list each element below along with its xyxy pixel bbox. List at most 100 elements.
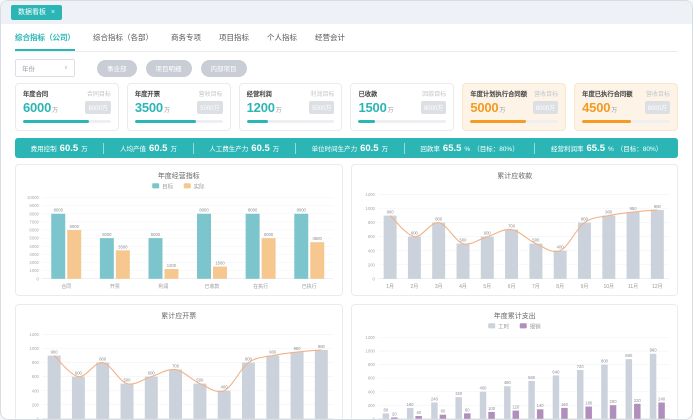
- metric-banner: 费用控制60.5万人均产值60.5万人工费生产力60.5万单位时间生产力60.5…: [15, 138, 678, 158]
- annual-operating-indicators-chart: 年度经营指标目标实际010002000300040005000600070008…: [16, 165, 342, 295]
- kpi-card-header: 已收款回款目标: [358, 89, 446, 98]
- bar-value-label: 800: [601, 359, 609, 364]
- chart-bar[interactable]: [609, 405, 615, 419]
- bar-value-label: 40: [416, 410, 421, 415]
- chart-bar[interactable]: [552, 375, 558, 418]
- chart-bar[interactable]: [315, 350, 328, 419]
- chart-bar[interactable]: [383, 216, 396, 279]
- x-tick-label: 在执行: [253, 283, 268, 290]
- y-tick-label: 400: [367, 389, 375, 394]
- chart-bar[interactable]: [553, 251, 566, 279]
- chart-bar[interactable]: [262, 238, 276, 279]
- chart-bar[interactable]: [505, 230, 518, 279]
- kpi-card-5: 年度计划执行合同额营收目标5000万8000万: [462, 83, 566, 131]
- chart-bar[interactable]: [658, 403, 664, 419]
- chart-bar[interactable]: [382, 413, 388, 418]
- x-tick-label: 开票: [110, 284, 120, 290]
- kpi-card-body: 3500万5000万: [135, 100, 223, 115]
- chart-bar[interactable]: [464, 413, 470, 418]
- chart-bar[interactable]: [415, 416, 421, 419]
- chart-bar[interactable]: [649, 354, 655, 419]
- tab-3[interactable]: 商务专项: [171, 24, 201, 51]
- kpi-card-target-label: 营收目标: [646, 89, 670, 98]
- close-icon[interactable]: ×: [51, 5, 55, 20]
- y-tick-label: 9000: [29, 203, 39, 208]
- chart-bar[interactable]: [116, 250, 130, 278]
- chart-bar[interactable]: [51, 214, 65, 279]
- chart-bar[interactable]: [488, 412, 494, 419]
- chart-bar[interactable]: [504, 386, 510, 419]
- chart-bar[interactable]: [391, 417, 397, 418]
- banner-metric-label: 经营利润率: [551, 143, 584, 153]
- kpi-card-value: 1500万: [358, 100, 393, 115]
- chart-bar[interactable]: [480, 237, 493, 279]
- chart-bar[interactable]: [72, 377, 85, 419]
- chart-bar[interactable]: [406, 408, 412, 419]
- chart-bar[interactable]: [96, 363, 109, 419]
- chart-bar[interactable]: [48, 356, 61, 419]
- chart-bar[interactable]: [407, 237, 420, 279]
- bar-value-label: 900: [605, 209, 613, 214]
- chart-bar[interactable]: [294, 214, 308, 279]
- chart-bar[interactable]: [439, 415, 445, 419]
- bar-value-label: 480: [503, 380, 511, 385]
- chart-bar[interactable]: [67, 230, 81, 279]
- bar-value-label: 560: [528, 375, 536, 380]
- annual-cumulative-expenditure-chart: 年度累计支出工时报销02004006008001000120080201月160…: [352, 305, 678, 420]
- filter-pill-3[interactable]: 内部项目: [201, 60, 247, 77]
- chart-bar[interactable]: [602, 216, 615, 279]
- bar-value-label: 600: [148, 371, 156, 376]
- chart-bar[interactable]: [242, 363, 255, 419]
- y-tick-label: 7000: [29, 219, 39, 224]
- chart-bar[interactable]: [561, 408, 567, 419]
- chart-bar[interactable]: [626, 212, 639, 279]
- y-tick-label: 1000: [365, 349, 375, 354]
- year-select[interactable]: 年份 ∨: [15, 59, 75, 77]
- tab-6[interactable]: 经营会计: [315, 24, 345, 51]
- chart-bar[interactable]: [536, 409, 542, 418]
- chart-bar[interactable]: [577, 223, 590, 279]
- tab-1[interactable]: 综合指标（公司）: [15, 24, 75, 51]
- dashboard-tag[interactable]: 数据看板 ×: [11, 5, 62, 20]
- chart-bar[interactable]: [266, 356, 279, 419]
- chart-bar[interactable]: [650, 210, 663, 279]
- chart-bar[interactable]: [529, 244, 542, 279]
- chart-bar[interactable]: [431, 403, 437, 419]
- chart-bar[interactable]: [121, 384, 134, 419]
- chart-bar[interactable]: [432, 223, 445, 279]
- tab-2[interactable]: 综合指标（各部）: [93, 24, 153, 51]
- chart-bar[interactable]: [164, 269, 178, 279]
- chart-bar[interactable]: [585, 407, 591, 419]
- chart-bar[interactable]: [218, 391, 231, 419]
- chart-bar[interactable]: [145, 377, 158, 419]
- chart-bar[interactable]: [148, 238, 162, 279]
- chart-bar[interactable]: [512, 411, 518, 419]
- tab-4[interactable]: 项目指标: [219, 24, 249, 51]
- filter-pill-2[interactable]: 项目明细: [146, 60, 192, 77]
- chart-bar[interactable]: [169, 370, 182, 419]
- chart-bar[interactable]: [601, 365, 607, 419]
- chart-bar[interactable]: [625, 359, 631, 419]
- y-tick-label: 1000: [29, 346, 39, 351]
- filter-pill-1[interactable]: 事业部: [97, 60, 137, 77]
- bar-value-label: 3500: [118, 244, 128, 249]
- chart-bar[interactable]: [634, 404, 640, 419]
- y-tick-label: 800: [32, 360, 40, 365]
- chart-bar[interactable]: [528, 381, 534, 419]
- chart-bar[interactable]: [193, 384, 206, 419]
- tab-5[interactable]: 个人指标: [267, 24, 297, 51]
- chart-bar[interactable]: [455, 397, 461, 419]
- chart-bar[interactable]: [100, 238, 114, 279]
- chart-bar[interactable]: [246, 214, 260, 279]
- chart-bar[interactable]: [576, 370, 582, 419]
- kpi-card-unit: 万: [276, 108, 282, 114]
- chart-bar[interactable]: [310, 242, 324, 279]
- y-tick-label: 5000: [29, 236, 39, 241]
- chart-bar[interactable]: [213, 267, 227, 279]
- chart-bar[interactable]: [197, 214, 211, 279]
- banner-metric-value: 65.5: [587, 143, 606, 154]
- chart-bar[interactable]: [291, 352, 304, 419]
- chart-bar[interactable]: [456, 244, 469, 279]
- kpi-card-2: 年度开票营收目标3500万5000万: [127, 83, 231, 131]
- chart-bar[interactable]: [479, 392, 485, 419]
